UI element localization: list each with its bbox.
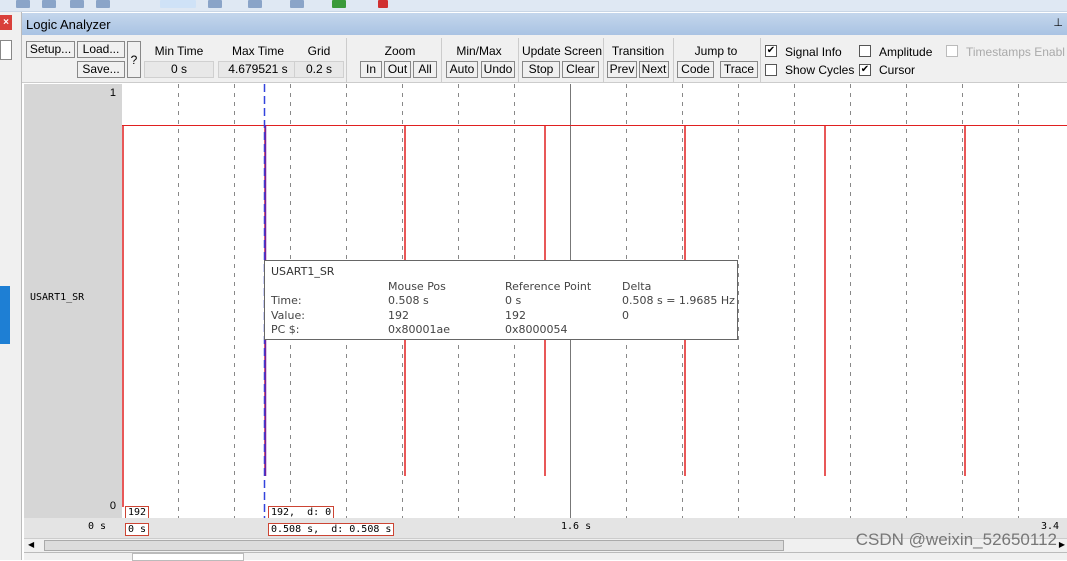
auto-button[interactable]: Auto	[446, 61, 478, 78]
toolbar-icon[interactable]	[42, 0, 56, 8]
max-time-label: Max Time	[231, 44, 284, 58]
logic-analyzer-toolbar-icon[interactable]	[160, 0, 196, 8]
min-time-label: Min Time	[154, 44, 204, 58]
toolbar-icon[interactable]	[248, 0, 262, 8]
grid-value: 0.2 s	[294, 61, 344, 78]
pin-icon[interactable]: ⊥	[1053, 16, 1063, 29]
scroll-left-icon[interactable]: ◀	[28, 540, 34, 549]
toolbar-icon[interactable]	[208, 0, 222, 8]
zoom-in-button[interactable]: In	[360, 61, 382, 78]
panel-box	[0, 40, 12, 60]
scroll-right-icon[interactable]: ▶	[1059, 540, 1065, 549]
scrollbar-thumb[interactable]	[44, 540, 784, 551]
clear-button[interactable]: Clear	[562, 61, 599, 78]
signal-info-tooltip: USART1_SR Mouse Pos Reference Point Delt…	[264, 260, 738, 340]
max-time-value: 4.679521 s	[218, 61, 298, 78]
minmax-label: Min/Max	[456, 44, 502, 58]
tooltip-col-mouse: Mouse Pos	[388, 280, 446, 293]
signal-names-panel: 1 USART1_SR 0	[24, 84, 122, 518]
timestamps-label: Timestamps Enabl	[966, 45, 1065, 59]
amplitude-label: Amplitude	[879, 45, 933, 59]
tooltip-col-ref: Reference Point	[505, 280, 592, 293]
show-cycles-label: Show Cycles	[785, 63, 855, 77]
toolbar-icon[interactable]	[70, 0, 84, 8]
prev-button[interactable]: Prev	[607, 61, 637, 78]
timestamps-checkbox[interactable]	[946, 45, 958, 57]
tooltip-ref-value: 192	[505, 309, 526, 322]
zoom-out-button[interactable]: Out	[384, 61, 411, 78]
tooltip-mouse-time: 0.508 s	[388, 294, 429, 307]
tooltip-time-label: Time:	[271, 294, 302, 307]
axis-mid-label: 1.6 s	[561, 521, 592, 532]
tooltip-signal-name: USART1_SR	[271, 265, 335, 278]
tooltip-pc-label: PC $:	[271, 323, 300, 336]
tooltip-ref-time: 0 s	[505, 294, 522, 307]
signal-max-label: 1	[109, 87, 116, 99]
toolbar-icon[interactable]	[96, 0, 110, 8]
cursor-checkbox[interactable]: ✔	[859, 64, 871, 76]
setup-button[interactable]: Setup...	[26, 41, 75, 58]
axis-start-label: 0 s	[88, 521, 107, 532]
undo-button[interactable]: Undo	[481, 61, 515, 78]
update-screen-label: Update Screen	[521, 44, 603, 58]
close-icon[interactable]: ×	[0, 15, 12, 30]
show-cycles-checkbox[interactable]	[765, 64, 777, 76]
tooltip-delta-time: 0.508 s = 1.9685 Hz	[622, 294, 735, 307]
jump-trace-button[interactable]: Trace	[720, 61, 758, 78]
ide-toolbar	[0, 0, 1067, 12]
grid-label: Grid	[307, 44, 331, 58]
tooltip-col-delta: Delta	[622, 280, 652, 293]
min-time-value: 0 s	[144, 61, 214, 78]
signal-min-label: 0	[109, 500, 116, 512]
tooltip-ref-pc: 0x8000054	[505, 323, 568, 336]
bottom-tabs	[24, 552, 1067, 561]
watermark: CSDN @weixin_52650112	[855, 530, 1057, 549]
load-button[interactable]: Load...	[77, 41, 125, 58]
ref-time-marker: 0 s	[125, 523, 150, 536]
window-title: Logic Analyzer	[22, 13, 1067, 35]
amplitude-checkbox[interactable]	[859, 45, 871, 57]
close-icon[interactable]	[378, 0, 388, 8]
toolbar-icon[interactable]	[16, 0, 30, 8]
transition-label: Transition	[611, 44, 665, 58]
zoom-label: Zoom	[384, 44, 416, 58]
tooltip-mouse-pc: 0x80001ae	[388, 323, 451, 336]
toolbar-icon[interactable]	[290, 0, 304, 8]
signal-info-label: Signal Info	[785, 45, 842, 59]
tooltip-mouse-value: 192	[388, 309, 409, 322]
tooltip-delta-value: 0	[622, 309, 629, 322]
toolbar-icon[interactable]	[332, 0, 346, 8]
cursor-label: Cursor	[879, 63, 916, 77]
cursor-time-marker: 0.508 s, d: 0.508 s	[268, 523, 395, 536]
jump-to-label: Jump to	[694, 44, 738, 58]
jump-code-button[interactable]: Code	[677, 61, 714, 78]
help-button[interactable]: ?	[127, 41, 141, 78]
stop-button[interactable]: Stop	[522, 61, 560, 78]
side-tab[interactable]	[0, 286, 10, 344]
zoom-all-button[interactable]: All	[413, 61, 437, 78]
save-button[interactable]: Save...	[77, 61, 125, 78]
tooltip-value-label: Value:	[271, 309, 305, 322]
signal-name[interactable]: USART1_SR	[30, 292, 84, 303]
next-button[interactable]: Next	[639, 61, 669, 78]
signal-info-checkbox[interactable]: ✔	[765, 45, 777, 57]
